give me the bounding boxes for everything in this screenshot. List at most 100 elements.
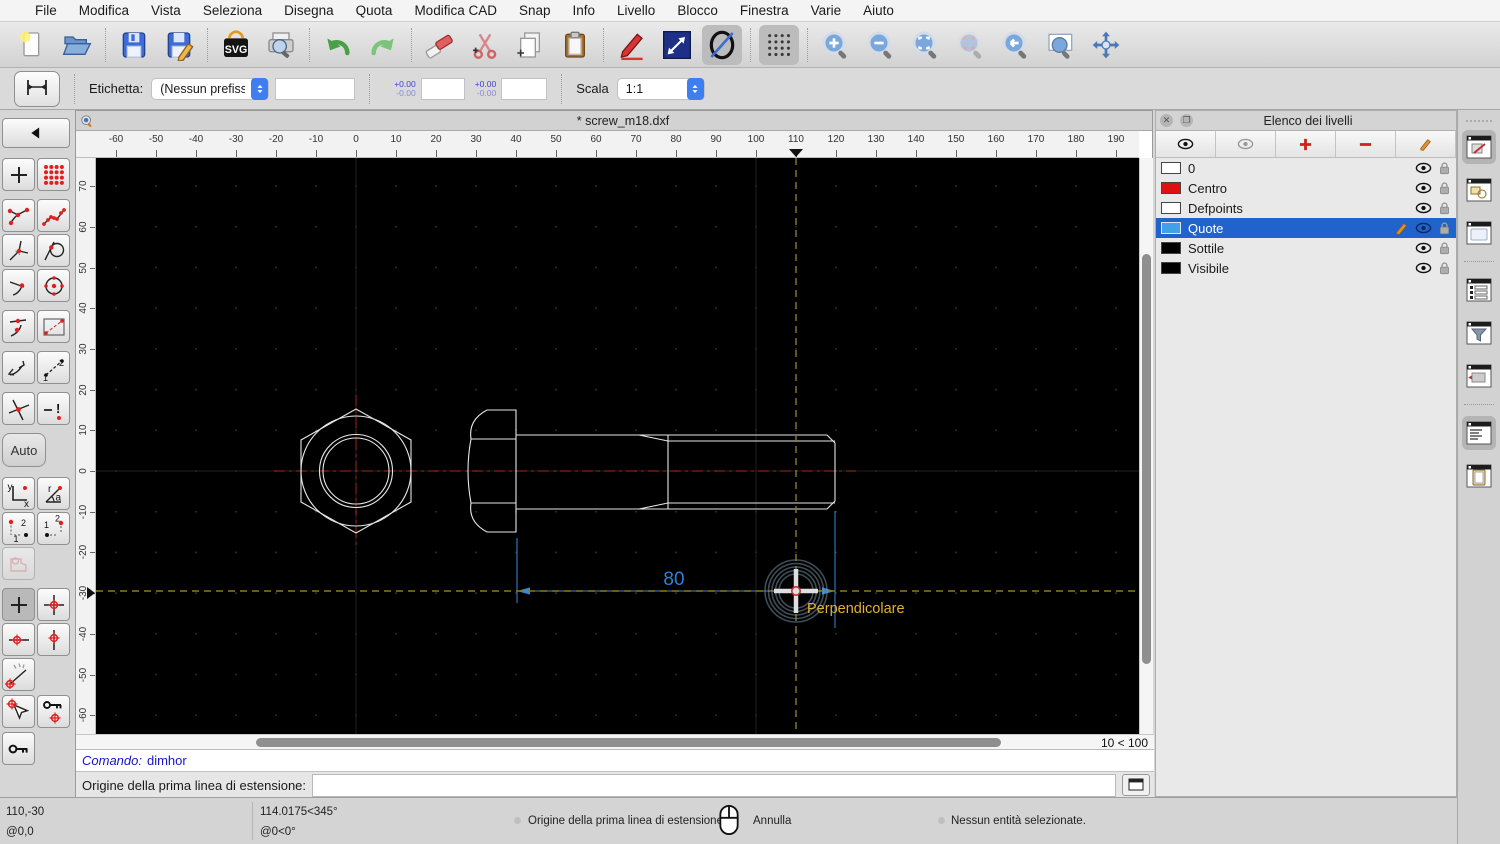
layer-lock-icon[interactable] (1438, 221, 1451, 235)
pen-edit-button[interactable] (612, 25, 652, 65)
document-titlebar[interactable]: * screw_m18.dxf (76, 111, 1152, 131)
snap-angle-button[interactable] (2, 658, 35, 691)
svg-export-button[interactable]: SVG (216, 25, 256, 65)
eraser-button[interactable] (420, 25, 460, 65)
dock-toggle-command-line[interactable] (1462, 416, 1496, 450)
hide-inactive-layers-button[interactable] (1216, 131, 1276, 157)
layer-edit-pencil-icon[interactable] (1395, 221, 1409, 235)
ellipse-tool-button[interactable] (702, 24, 742, 65)
layer-visibility-eye-icon[interactable] (1415, 162, 1432, 174)
restrict-off-button[interactable]: ! (37, 392, 70, 425)
menu-item-livello[interactable]: Livello (606, 3, 666, 18)
dock-toggle-layer-list[interactable] (1462, 130, 1496, 164)
zoom-window-button[interactable] (1041, 25, 1081, 65)
layer-lock-icon[interactable] (1438, 261, 1451, 275)
line-angle-button[interactable] (657, 25, 697, 65)
paste-button[interactable] (555, 25, 595, 65)
restrict-orthogonal-button[interactable] (37, 588, 70, 621)
drawing-canvas[interactable]: 80 Perpendicolare (96, 158, 1139, 734)
back-button[interactable] (2, 118, 70, 148)
close-icon[interactable]: ✕ (1160, 114, 1173, 127)
layer-row-quote[interactable]: Quote (1156, 218, 1456, 238)
menu-item-aiuto[interactable]: Aiuto (852, 3, 905, 18)
grid-snap-toggle-button[interactable] (759, 24, 799, 65)
layer-row-sottile[interactable]: Sottile (1156, 238, 1456, 258)
dock-toggle-entity-list[interactable] (1462, 273, 1496, 307)
dimension-prefix-select[interactable]: (Nessun prefiss (151, 77, 270, 100)
save-as-button[interactable] (159, 25, 199, 65)
layer-row-centro[interactable]: Centro (1156, 178, 1456, 198)
restrict-nothing-button[interactable] (2, 588, 35, 621)
layer-row-0[interactable]: 0 (1156, 158, 1456, 178)
cut-button[interactable] (465, 25, 505, 65)
snap-tangent-button[interactable] (37, 234, 70, 267)
vertical-scrollbar[interactable] (1139, 158, 1153, 734)
dock-drag-handle[interactable] (1466, 120, 1492, 122)
menu-item-snap[interactable]: Snap (508, 3, 562, 18)
menu-item-seleziona[interactable]: Seleziona (192, 3, 273, 18)
coordinate-cartesian-button[interactable]: yx (2, 477, 35, 510)
snap-distance-manual-button[interactable]: 12 (37, 351, 70, 384)
unlock-relative-zero-button[interactable] (2, 732, 35, 765)
dimension-horizontal-tool-button[interactable] (14, 70, 60, 107)
menu-item-info[interactable]: Info (562, 3, 607, 18)
relative-cartesian-button[interactable]: 12 (2, 512, 35, 545)
dimension-scale-select[interactable]: 1:1 (616, 77, 705, 100)
folder-open-button[interactable] (57, 25, 97, 65)
layer-lock-icon[interactable] (1438, 161, 1451, 175)
zoom-in-button[interactable] (816, 25, 856, 65)
dock-toggle-property-editor[interactable] (1462, 459, 1496, 493)
set-relative-zero-button[interactable] (2, 695, 35, 728)
snap-endpoints-button[interactable] (2, 199, 35, 232)
snap-auto-button[interactable]: Auto (2, 433, 46, 467)
dock-toggle-block-list[interactable] (1462, 173, 1496, 207)
snap-reference-button[interactable] (37, 310, 70, 343)
menu-item-quota[interactable]: Quota (345, 3, 404, 18)
remove-layer-button[interactable] (1336, 131, 1396, 157)
snap-intersection-button[interactable] (2, 392, 35, 425)
menu-item-modifica-cad[interactable]: Modifica CAD (403, 3, 508, 18)
dock-toggle-viewport[interactable] (1462, 359, 1496, 393)
menu-item-varie[interactable]: Varie (800, 3, 853, 18)
show-all-layers-button[interactable] (1156, 131, 1216, 157)
menu-item-modifica[interactable]: Modifica (68, 3, 140, 18)
layer-lock-icon[interactable] (1438, 201, 1451, 215)
stamp-button[interactable] (2, 547, 35, 580)
menu-item-finestra[interactable]: Finestra (729, 3, 800, 18)
restrict-vertical-button[interactable] (37, 623, 70, 656)
undo-button[interactable] (318, 25, 358, 65)
snap-on-entity-button[interactable] (37, 199, 70, 232)
float-panel-icon[interactable]: ❐ (1180, 114, 1193, 127)
layer-lock-icon[interactable] (1438, 241, 1451, 255)
relative-polar-button[interactable]: 12 (37, 512, 70, 545)
snap-distance-button[interactable] (2, 351, 35, 384)
zoom-out-button[interactable] (861, 25, 901, 65)
snap-center-button[interactable] (37, 269, 70, 302)
layer-visibility-eye-icon[interactable] (1415, 242, 1432, 254)
snap-free-button[interactable] (2, 158, 35, 191)
layer-visibility-eye-icon[interactable] (1415, 202, 1432, 214)
dock-toggle-selection-filter[interactable] (1462, 316, 1496, 350)
snap-grid-button[interactable] (37, 158, 70, 191)
vertical-scrollbar-thumb[interactable] (1142, 254, 1151, 664)
zoom-selection-button[interactable] (951, 25, 991, 65)
print-preview-button[interactable] (261, 25, 301, 65)
layer-visibility-eye-icon[interactable] (1415, 222, 1432, 234)
zoom-previous-button[interactable] (996, 25, 1036, 65)
coordinate-polar-button[interactable]: ra (37, 477, 70, 510)
edit-layer-button[interactable] (1396, 131, 1456, 157)
command-window-toggle-button[interactable] (1122, 774, 1150, 796)
command-input[interactable] (312, 773, 1116, 797)
snap-perpendicular-button[interactable] (2, 234, 35, 267)
horizontal-scrollbar[interactable]: 10 < 100 (76, 734, 1154, 750)
tolerance-upper-input[interactable] (420, 77, 465, 100)
menu-item-file[interactable]: File (24, 3, 68, 18)
menu-item-disegna[interactable]: Disegna (273, 3, 345, 18)
layer-row-defpoints[interactable]: Defpoints (1156, 198, 1456, 218)
zoom-pan-button[interactable] (1086, 25, 1126, 65)
dock-toggle-library-browser[interactable] (1462, 216, 1496, 250)
menu-item-blocco[interactable]: Blocco (666, 3, 729, 18)
lock-relative-zero-button[interactable] (37, 695, 70, 728)
restrict-horizontal-button[interactable] (2, 623, 35, 656)
horizontal-scrollbar-thumb[interactable] (256, 738, 1001, 747)
